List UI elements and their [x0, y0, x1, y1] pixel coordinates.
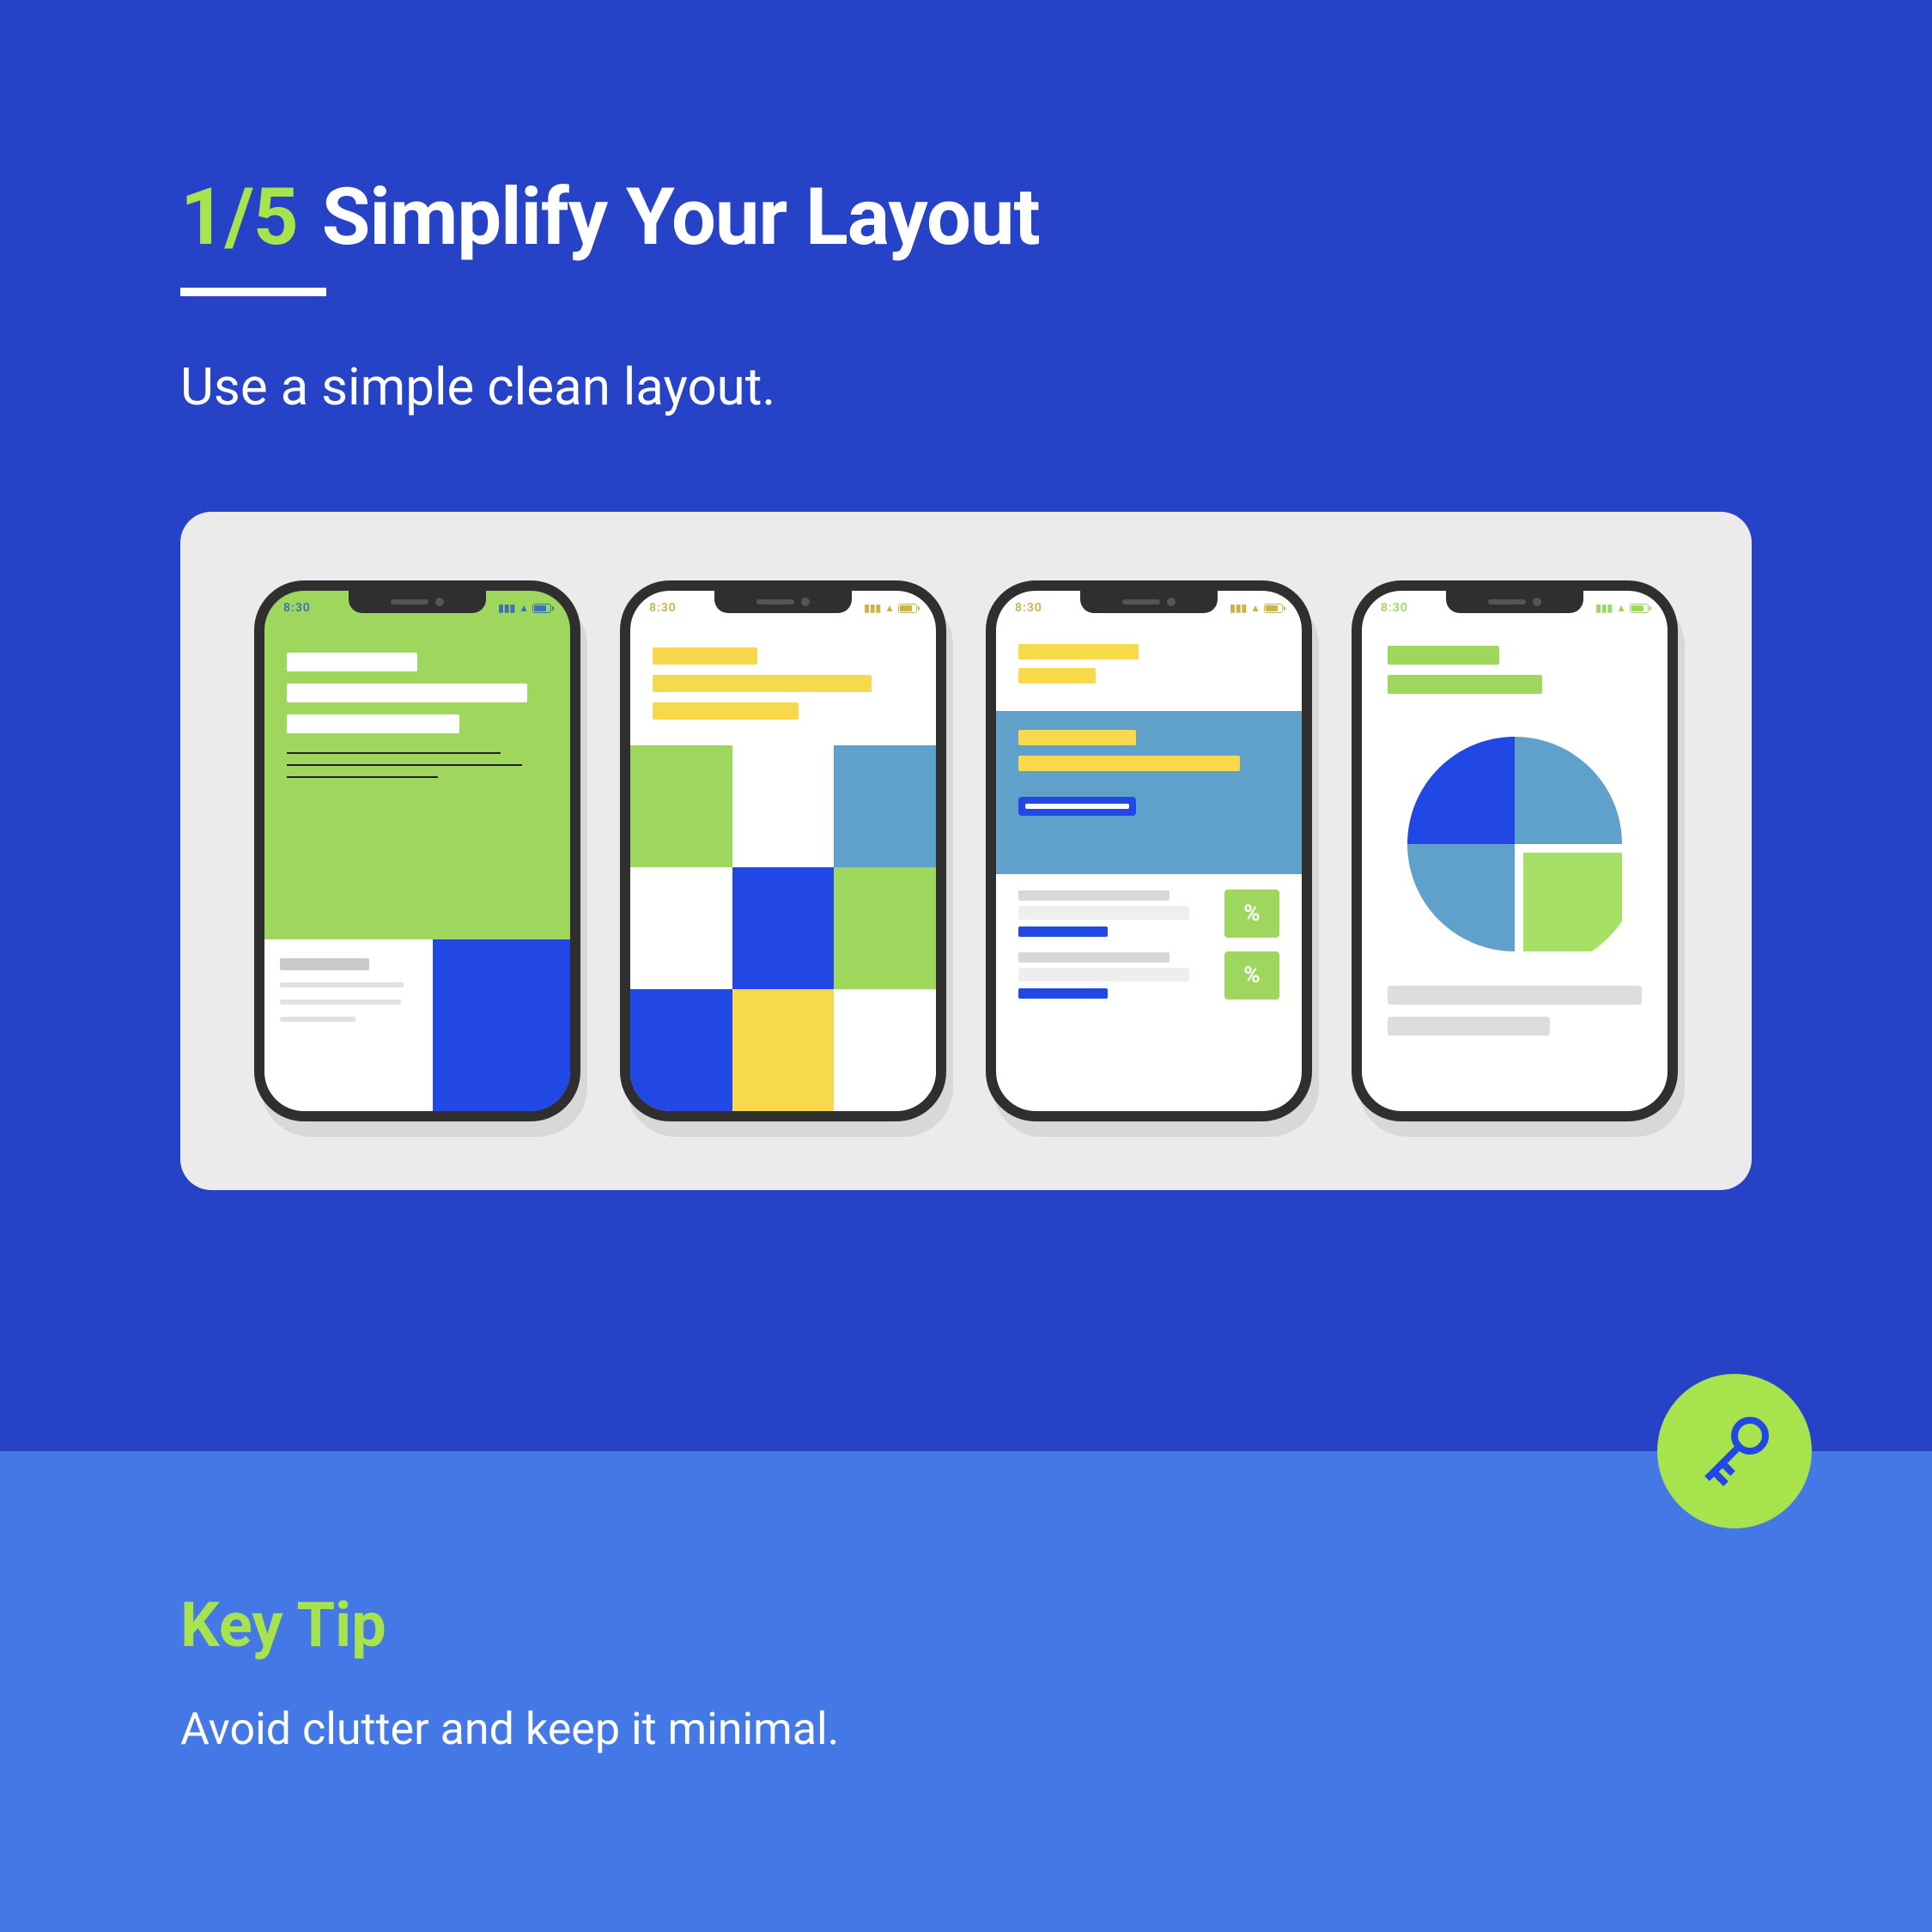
phone-time: 8:30 [283, 601, 311, 615]
percent-badge: % [1224, 951, 1279, 999]
signal-icon: ▮▮▮ [1230, 602, 1247, 614]
battery-icon [1630, 604, 1649, 613]
wifi-icon: ▲ [1250, 602, 1261, 614]
signal-icon: ▮▮▮ [1595, 602, 1613, 614]
phone-time: 8:30 [1381, 601, 1408, 615]
status-icons: ▮▮▮ ▲ [1230, 602, 1283, 614]
battery-icon [1264, 604, 1283, 613]
mockup-phone-1: 8:30 ▮▮▮ ▲ [254, 580, 580, 1121]
signal-icon: ▮▮▮ [498, 602, 515, 614]
key-icon [1692, 1408, 1777, 1494]
pie-chart-icon [1407, 737, 1622, 951]
status-icons: ▮▮▮ ▲ [1595, 602, 1649, 614]
battery-icon [898, 604, 917, 613]
battery-icon [532, 604, 551, 613]
phone-notch-icon [1080, 591, 1218, 613]
page-counter: 1/5 [180, 172, 298, 264]
percent-badge: % [1224, 890, 1279, 938]
key-tip-heading: Key Tip [180, 1589, 1752, 1662]
phone-time: 8:30 [1015, 601, 1042, 615]
status-icons: ▮▮▮ ▲ [864, 602, 917, 614]
signal-icon: ▮▮▮ [864, 602, 881, 614]
mockup-phone-2: 8:30 ▮▮▮ ▲ [620, 580, 946, 1121]
key-icon-badge [1657, 1374, 1812, 1528]
wifi-icon: ▲ [1616, 602, 1626, 614]
wifi-icon: ▲ [884, 602, 895, 614]
page-subtitle: Use a simple clean layout. [180, 356, 1752, 417]
key-tip-text: Avoid clutter and keep it minimal. [180, 1703, 1752, 1755]
phone-notch-icon [714, 591, 852, 613]
status-icons: ▮▮▮ ▲ [498, 602, 551, 614]
mockup-phone-3: 8:30 ▮▮▮ ▲ % [986, 580, 1312, 1121]
page-title: Simplify Your Layout [322, 172, 1040, 264]
mockup-phone-4: 8:30 ▮▮▮ ▲ [1352, 580, 1678, 1121]
page-heading: 1/5 Simplify Your Layout [180, 172, 1752, 264]
key-tip-panel: Key Tip Avoid clutter and keep it minima… [0, 1451, 1932, 1932]
phone-time: 8:30 [649, 601, 677, 615]
phone-notch-icon [1446, 591, 1583, 613]
wifi-icon: ▲ [519, 602, 529, 614]
heading-underline [180, 288, 326, 296]
illustration-card: 8:30 ▮▮▮ ▲ [180, 512, 1752, 1190]
phone-notch-icon [349, 591, 486, 613]
